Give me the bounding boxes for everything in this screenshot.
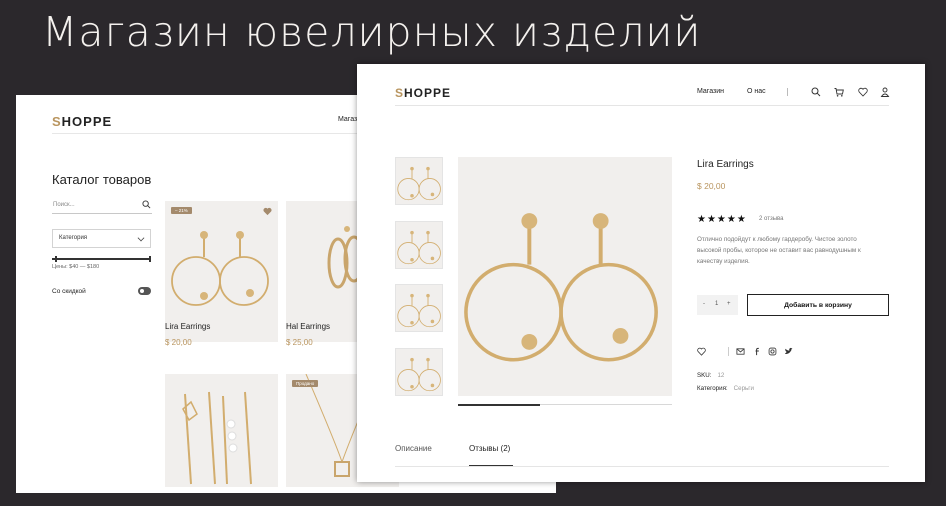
discount-badge: – 21% — [171, 207, 192, 214]
shop-logo[interactable]: SHOPPE — [395, 86, 451, 100]
sold-badge: Продано — [292, 380, 319, 387]
discount-label: Со скидкой — [52, 288, 86, 295]
earrings-photo — [397, 293, 441, 328]
chevron-down-icon — [137, 234, 145, 242]
product-name[interactable]: Hal Earrings — [286, 322, 330, 331]
qty-minus-button[interactable]: - — [703, 301, 705, 307]
heart-icon[interactable] — [858, 87, 868, 97]
price-range-slider[interactable] — [52, 256, 151, 262]
discount-toggle[interactable] — [138, 287, 151, 295]
mail-icon[interactable] — [736, 347, 745, 356]
qty-value: 1 — [715, 301, 719, 307]
main-product-image[interactable] — [458, 157, 672, 396]
instagram-icon[interactable] — [768, 347, 777, 356]
sku-row: SKU: 12 — [697, 372, 725, 379]
search-icon[interactable] — [811, 87, 821, 97]
add-to-cart-button[interactable]: Добавить в корзину — [747, 294, 889, 316]
facebook-icon[interactable] — [753, 347, 762, 356]
product-image[interactable] — [165, 374, 278, 487]
earrings-photo — [171, 230, 269, 306]
product-price: $ 25,00 — [286, 338, 313, 347]
reviews-link[interactable]: 2 отзыва — [759, 216, 783, 222]
qty-plus-button[interactable]: + — [727, 301, 731, 307]
user-icon[interactable] — [880, 87, 890, 97]
category-row: Категория: Серьги — [697, 385, 754, 392]
wishlist-heart-icon[interactable] — [697, 347, 706, 356]
range-handle-min[interactable] — [55, 256, 57, 262]
cart-icon[interactable] — [834, 87, 844, 97]
nav-about-link[interactable]: О нас — [747, 88, 766, 95]
product-name[interactable]: Lira Earrings — [165, 322, 210, 331]
search-input[interactable]: Поиск... — [52, 198, 152, 214]
nav-shop-link[interactable]: Магазин — [697, 88, 724, 95]
earrings-photo — [463, 211, 659, 362]
category-select[interactable]: Категория — [52, 229, 151, 248]
category-select-value: Категория — [59, 235, 88, 241]
tabs-divider — [395, 466, 889, 467]
search-placeholder: Поиск... — [53, 202, 75, 208]
nav-separator — [787, 88, 788, 96]
catalog-title: Каталог товаров — [52, 172, 152, 187]
search-icon[interactable] — [142, 200, 151, 209]
product-price: $ 20,00 — [697, 181, 726, 191]
page-heading: Магазин ювелирных изделий — [42, 8, 702, 56]
tab-active-underline — [469, 465, 513, 466]
quantity-stepper[interactable]: - 1 + — [697, 295, 738, 315]
shop-logo[interactable]: SHOPPE — [52, 114, 112, 129]
thumbnail[interactable] — [395, 157, 443, 205]
hairpins-photo — [182, 391, 252, 485]
product-image[interactable]: – 21% — [165, 201, 278, 342]
product-name: Lira Earrings — [697, 159, 754, 170]
thumbnail[interactable] — [395, 221, 443, 269]
earrings-photo — [397, 230, 441, 265]
header-divider — [395, 105, 889, 106]
rating-stars: ★★★★★ — [697, 214, 747, 225]
twitter-icon[interactable] — [784, 347, 793, 356]
tab-description[interactable]: Описание — [395, 444, 432, 453]
range-handle-max[interactable] — [149, 256, 151, 262]
thumbnail[interactable] — [395, 284, 443, 332]
price-range-label: Цены: $40 — $180 — [52, 264, 100, 270]
heart-icon[interactable] — [263, 207, 272, 216]
earrings-photo — [397, 166, 441, 201]
tab-reviews[interactable]: Отзывы (2) — [469, 444, 510, 453]
earrings-photo — [397, 357, 441, 392]
share-separator — [728, 347, 729, 356]
thumbnail[interactable] — [395, 348, 443, 396]
gallery-progress — [458, 404, 672, 406]
product-price: $ 20,00 — [165, 338, 192, 347]
product-window: SHOPPE Магазин О нас Lira Earrings $ 20,… — [357, 64, 925, 482]
product-description: Отлично подойдут к любому гардеробу. Чис… — [697, 236, 861, 265]
